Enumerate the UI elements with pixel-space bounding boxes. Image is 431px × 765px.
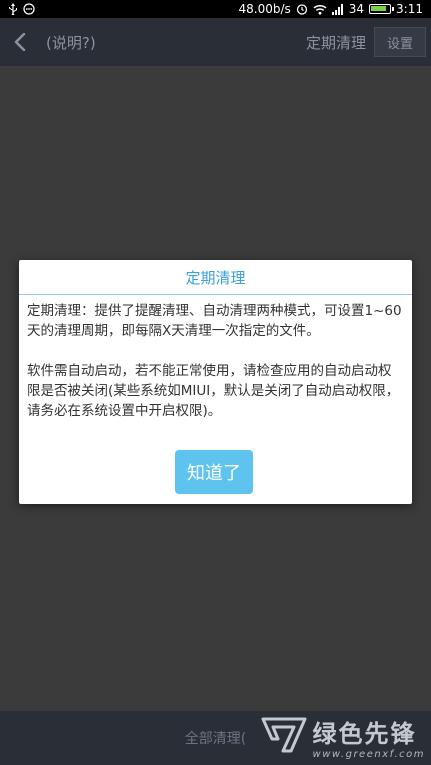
header-right-title: 定期清理 xyxy=(305,33,366,52)
status-bar: 48.00b/s 34 3:11 xyxy=(0,0,431,18)
clock: 3:11 xyxy=(396,2,423,16)
watermark-url: www.greenxf.com xyxy=(312,749,425,760)
watermark-cn: 绿色先锋 xyxy=(312,720,417,748)
clean-all-button[interactable]: 全部清理( xyxy=(185,728,246,748)
wifi-icon xyxy=(313,4,327,15)
status-right: 48.00b/s 34 3:11 xyxy=(239,2,424,16)
notification-icon xyxy=(23,3,35,15)
battery-fill xyxy=(371,6,387,11)
signal-icon xyxy=(331,3,344,15)
signal-text: 34 xyxy=(348,2,365,16)
usb-icon xyxy=(8,3,18,15)
dialog-title: 定期清理 xyxy=(19,260,412,295)
watermark-logo-icon xyxy=(261,715,307,759)
battery-icon xyxy=(369,4,395,14)
dialog-paragraph-2: 软件需自动启动，若不能正常使用，请检查应用的自动启动权限是否被关闭(某些系统如M… xyxy=(27,363,400,419)
dialog-paragraph-1: 定期清理：提供了提醒清理、自动清理两种模式，可设置1~60天的清理周期，即每隔X… xyxy=(27,303,402,339)
net-speed: 48.00b/s xyxy=(238,2,291,16)
ok-button[interactable]: 知道了 xyxy=(175,450,253,494)
app-header: (说明?) 定期清理 设置 xyxy=(0,18,431,66)
watermark-text: 绿色先锋 www.greenxf.com xyxy=(313,714,425,760)
dialog-body: 定期清理：提供了提醒清理、自动清理两种模式，可设置1~60天的清理周期，即每隔X… xyxy=(19,295,412,421)
settings-button[interactable]: 设置 xyxy=(373,27,426,57)
status-left xyxy=(8,3,35,15)
back-arrow-icon[interactable] xyxy=(0,18,40,66)
alarm-icon xyxy=(296,3,308,15)
header-title[interactable]: (说明?) xyxy=(46,32,306,53)
info-dialog: 定期清理 定期清理：提供了提醒清理、自动清理两种模式，可设置1~60天的清理周期… xyxy=(19,260,412,504)
watermark: 绿色先锋 www.greenxf.com xyxy=(261,712,425,762)
